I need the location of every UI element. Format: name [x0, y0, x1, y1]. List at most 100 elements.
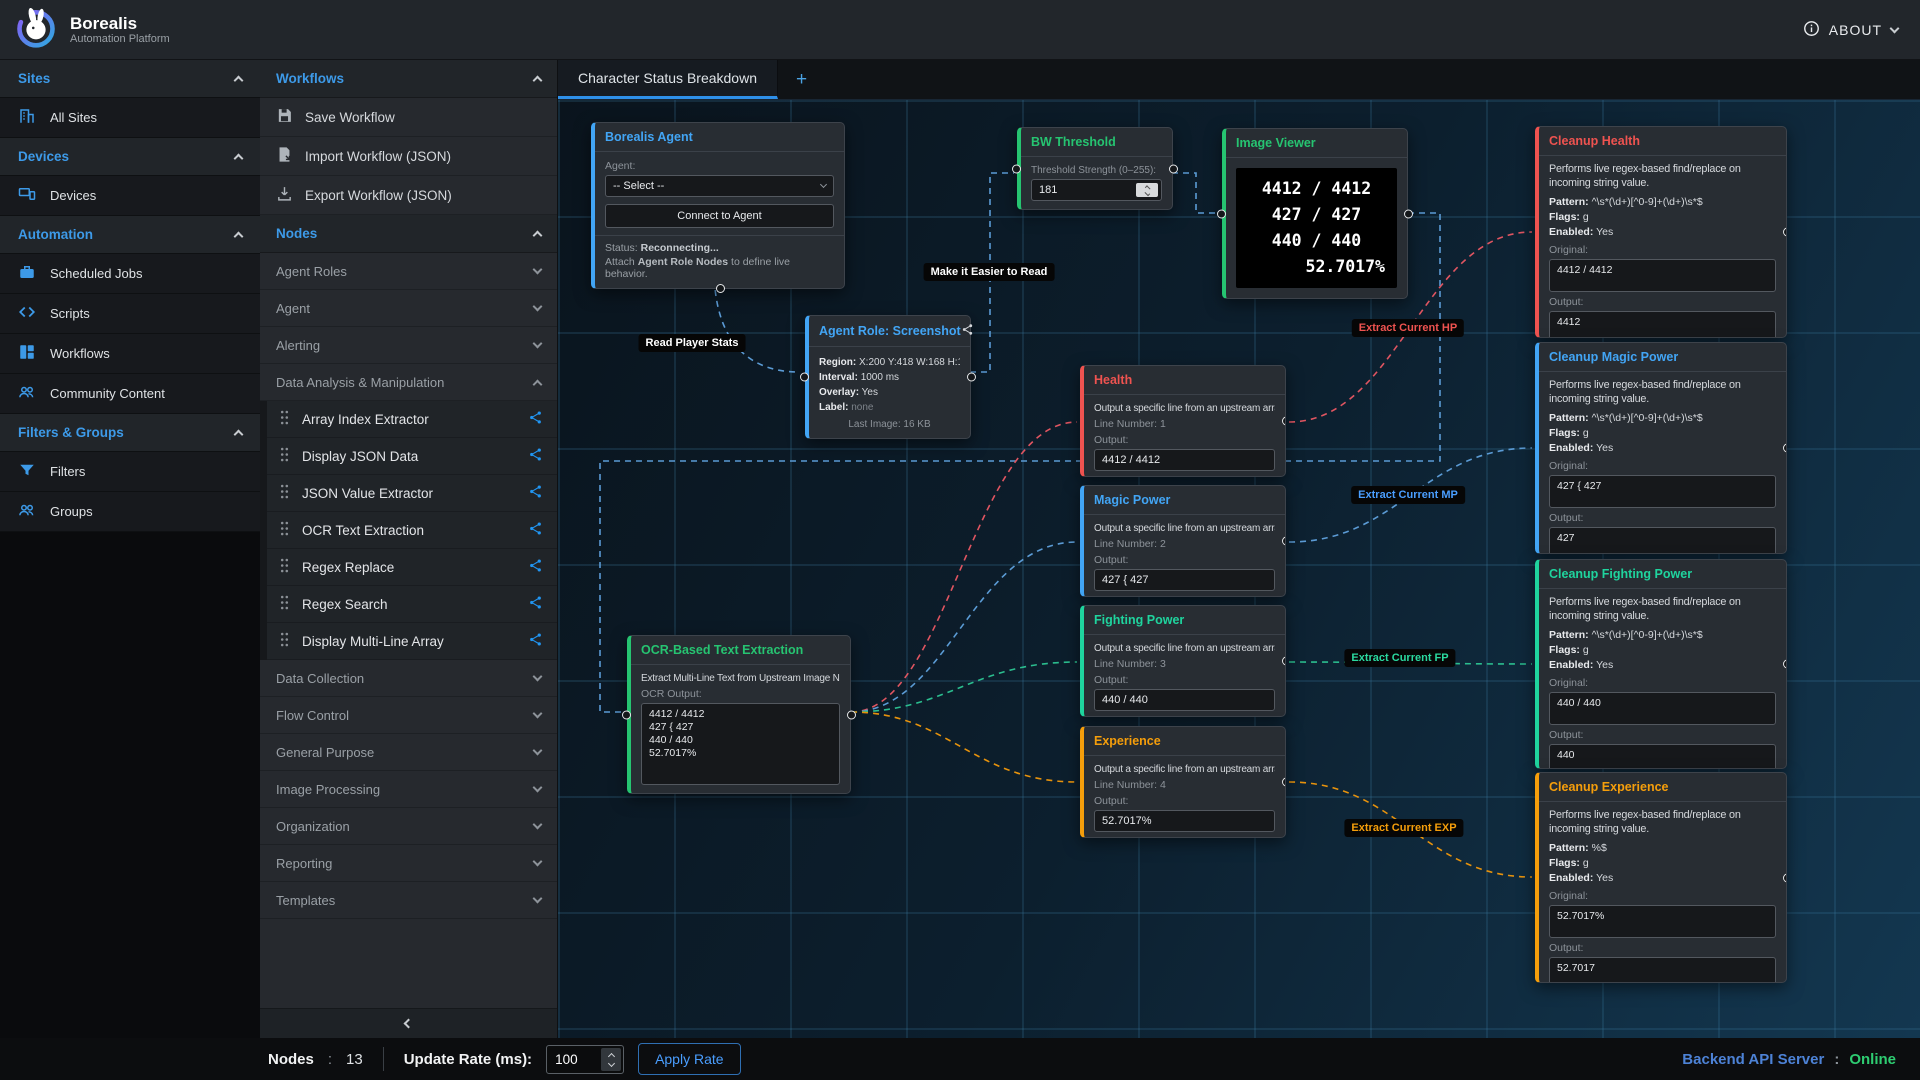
sidebar-section-filters-groups[interactable]: Filters & Groups: [0, 414, 260, 452]
node-template-json-value-extractor[interactable]: JSON Value Extractor: [267, 475, 557, 512]
node-cleanup-experience[interactable]: Cleanup Experience Performs live regex-b…: [1535, 772, 1787, 983]
node-bw-threshold[interactable]: BW Threshold Threshold Strength (0–255):: [1017, 127, 1173, 210]
workflows-header[interactable]: Workflows: [260, 60, 557, 98]
original-textarea[interactable]: 440 / 440: [1549, 692, 1776, 725]
output-handle[interactable]: [1282, 417, 1286, 426]
sidebar-item-filters[interactable]: Filters: [0, 452, 260, 492]
agent-select[interactable]: -- Select --: [605, 175, 834, 197]
node-category-agent-roles[interactable]: Agent Roles: [260, 253, 557, 290]
original-textarea[interactable]: 52.7017%: [1549, 905, 1776, 938]
output-textarea[interactable]: 4412: [1549, 311, 1776, 338]
number-stepper[interactable]: [601, 1048, 621, 1071]
share-icon[interactable]: [528, 558, 543, 576]
sidebar-item-community-content[interactable]: Community Content: [0, 374, 260, 414]
drag-handle-icon[interactable]: [279, 557, 290, 577]
output-handle[interactable]: [847, 710, 856, 719]
output-handle[interactable]: [1282, 537, 1286, 546]
input-handle[interactable]: [800, 373, 809, 382]
sidebar-item-workflows[interactable]: Workflows: [0, 334, 260, 374]
node-category-data-collection[interactable]: Data Collection: [260, 660, 557, 697]
sidebar-section-automation[interactable]: Automation: [0, 216, 260, 254]
output-textarea[interactable]: 440: [1549, 744, 1776, 769]
output-handle[interactable]: [1282, 778, 1286, 787]
sidebar-item-all-sites[interactable]: All Sites: [0, 98, 260, 138]
about-menu[interactable]: ABOUT: [1803, 20, 1898, 40]
output-handle[interactable]: [1404, 209, 1413, 218]
node-fighting-power[interactable]: Fighting Power Output a specific line fr…: [1080, 605, 1286, 717]
drag-handle-icon[interactable]: [279, 631, 290, 651]
node-health[interactable]: Health Output a specific line from an up…: [1080, 365, 1286, 477]
node-cleanup-fighting-power[interactable]: Cleanup Fighting Power Performs live reg…: [1535, 559, 1787, 769]
save-workflow-button[interactable]: Save Workflow: [260, 98, 557, 137]
node-category-image-processing[interactable]: Image Processing: [260, 771, 557, 808]
input-handle[interactable]: [622, 710, 631, 719]
output-handle[interactable]: [1783, 873, 1787, 882]
node-category-templates[interactable]: Templates: [260, 882, 557, 919]
node-category-data-analysis[interactable]: Data Analysis & Manipulation: [260, 364, 557, 401]
drag-handle-icon[interactable]: [279, 446, 290, 466]
share-icon[interactable]: [528, 410, 543, 428]
share-icon[interactable]: [528, 484, 543, 502]
number-stepper[interactable]: [1136, 183, 1158, 197]
node-agent-role-screenshot[interactable]: Agent Role: Screenshot Region: X:200 Y:4…: [805, 315, 971, 439]
share-icon[interactable]: [528, 632, 543, 650]
output-handle[interactable]: [1169, 164, 1178, 173]
input-handle[interactable]: [1217, 209, 1226, 218]
node-cleanup-health[interactable]: Cleanup Health Performs live regex-based…: [1535, 126, 1787, 338]
output-handle[interactable]: [1282, 657, 1286, 666]
node-magic-power[interactable]: Magic Power Output a specific line from …: [1080, 485, 1286, 597]
drag-handle-icon[interactable]: [279, 483, 290, 503]
collapse-panel-button[interactable]: [260, 1008, 557, 1038]
original-textarea[interactable]: 4412 / 4412: [1549, 259, 1776, 292]
node-borealis-agent[interactable]: Borealis Agent Agent: -- Select -- Conne…: [591, 122, 845, 289]
output-handle[interactable]: [716, 284, 725, 293]
node-template-ocr-text-extraction[interactable]: OCR Text Extraction: [267, 512, 557, 549]
input-handle[interactable]: [1012, 164, 1021, 173]
node-template-display-multi-line-array[interactable]: Display Multi-Line Array: [267, 623, 557, 660]
share-icon[interactable]: [528, 595, 543, 613]
output-handle[interactable]: [1783, 660, 1787, 669]
experience-output-input[interactable]: [1094, 810, 1275, 832]
output-handle[interactable]: [1783, 228, 1787, 237]
node-template-regex-search[interactable]: Regex Search: [267, 586, 557, 623]
fighting-output-input[interactable]: [1094, 689, 1275, 711]
node-image-viewer[interactable]: Image Viewer 4412 / 4412 427 / 427 440 /…: [1222, 128, 1408, 299]
output-handle[interactable]: [967, 373, 976, 382]
node-category-reporting[interactable]: Reporting: [260, 845, 557, 882]
connect-to-agent-button[interactable]: Connect to Agent: [605, 204, 834, 228]
new-tab-button[interactable]: +: [778, 60, 825, 99]
tab-character-status-breakdown[interactable]: Character Status Breakdown: [558, 60, 778, 99]
output-textarea[interactable]: 52.7017: [1549, 957, 1776, 983]
node-category-general-purpose[interactable]: General Purpose: [260, 734, 557, 771]
apply-rate-button[interactable]: Apply Rate: [638, 1043, 740, 1075]
drag-handle-icon[interactable]: [279, 594, 290, 614]
node-template-regex-replace[interactable]: Regex Replace: [267, 549, 557, 586]
workflow-canvas[interactable]: Borealis Agent Agent: -- Select -- Conne…: [558, 100, 1920, 1038]
output-textarea[interactable]: 427: [1549, 527, 1776, 554]
original-textarea[interactable]: 427 { 427: [1549, 475, 1776, 508]
import-workflow-button[interactable]: Import Workflow (JSON): [260, 137, 557, 176]
node-cleanup-magic-power[interactable]: Cleanup Magic Power Performs live regex-…: [1535, 342, 1787, 554]
node-category-agent[interactable]: Agent: [260, 290, 557, 327]
drag-handle-icon[interactable]: [279, 409, 290, 429]
sidebar-item-scripts[interactable]: Scripts: [0, 294, 260, 334]
sidebar-section-devices[interactable]: Devices: [0, 138, 260, 176]
sidebar-item-devices[interactable]: Devices: [0, 176, 260, 216]
magic-output-input[interactable]: [1094, 569, 1275, 591]
ocr-output-textarea[interactable]: 4412 / 4412 427 { 427 440 / 440 52.7017%: [641, 703, 840, 785]
node-category-organization[interactable]: Organization: [260, 808, 557, 845]
node-ocr-text-extraction[interactable]: OCR-Based Text Extraction Extract Multi-…: [627, 635, 851, 794]
nodes-header[interactable]: Nodes: [260, 215, 557, 253]
sidebar-item-scheduled-jobs[interactable]: Scheduled Jobs: [0, 254, 260, 294]
output-handle[interactable]: [1783, 444, 1787, 453]
node-template-display-json-data[interactable]: Display JSON Data: [267, 438, 557, 475]
sidebar-item-groups[interactable]: Groups: [0, 492, 260, 532]
node-category-flow-control[interactable]: Flow Control: [260, 697, 557, 734]
health-output-input[interactable]: [1094, 449, 1275, 471]
node-experience[interactable]: Experience Output a specific line from a…: [1080, 726, 1286, 838]
share-icon[interactable]: [528, 447, 543, 465]
share-icon[interactable]: [528, 521, 543, 539]
node-category-alerting[interactable]: Alerting: [260, 327, 557, 364]
drag-handle-icon[interactable]: [279, 520, 290, 540]
node-template-array-index-extractor[interactable]: Array Index Extractor: [267, 401, 557, 438]
